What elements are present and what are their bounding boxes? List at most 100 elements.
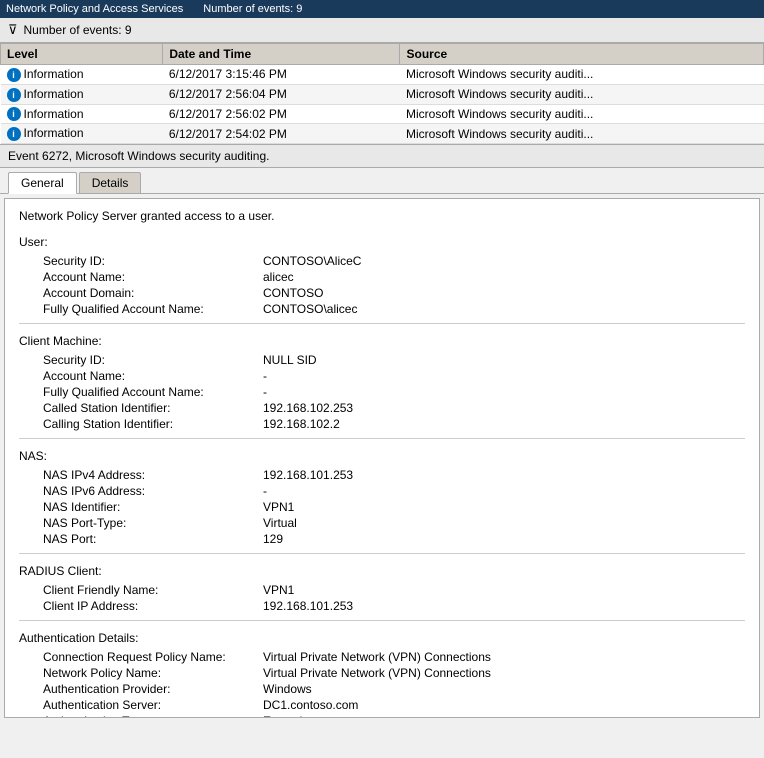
section-divider [19,438,745,439]
detail-section: User:Security ID:CONTOSO\AliceCAccount N… [19,235,745,324]
detail-row: Security ID:CONTOSO\AliceC [39,253,760,269]
detail-row: Connection Request Policy Name:Virtual P… [39,649,760,665]
section-header: RADIUS Client: [19,564,745,578]
detail-row: Network Policy Name:Virtual Private Netw… [39,665,760,681]
field-label: Authentication Provider: [39,681,259,697]
field-value: DC1.contoso.com [259,697,760,713]
field-label: Security ID: [39,352,259,368]
title-event-count: Number of events: 9 [203,3,302,15]
event-datetime: 6/12/2017 3:15:46 PM [163,65,400,85]
tabs-container: General Details [0,168,764,194]
event-datetime: 6/12/2017 2:56:02 PM [163,104,400,124]
field-value: 192.168.101.253 [259,598,760,614]
section-table: Security ID:NULL SIDAccount Name:-Fully … [39,352,760,432]
field-value: Virtual Private Network (VPN) Connection… [259,649,760,665]
field-label: NAS IPv6 Address: [39,483,259,499]
detail-row: Account Name:- [39,368,760,384]
tab-general[interactable]: General [8,172,77,194]
detail-row: Calling Station Identifier:192.168.102.2 [39,416,760,432]
field-value: Virtual Private Network (VPN) Connection… [259,665,760,681]
event-source: Microsoft Windows security auditi... [400,104,764,124]
field-value: - [259,384,760,400]
detail-row: Security ID:NULL SID [39,352,760,368]
section-table: Client Friendly Name:VPN1Client IP Addre… [39,582,760,614]
detail-section: NAS:NAS IPv4 Address:192.168.101.253NAS … [19,449,745,554]
app-title: Network Policy and Access Services [6,3,183,15]
events-table: Level Date and Time Source iInformation6… [0,43,764,144]
col-level: Level [1,44,163,65]
field-label: NAS IPv4 Address: [39,467,259,483]
table-row[interactable]: iInformation6/12/2017 2:54:02 PMMicrosof… [1,124,764,144]
detail-row: Account Name:alicec [39,269,760,285]
event-description-bar: Event 6272, Microsoft Windows security a… [0,144,764,168]
field-label: Fully Qualified Account Name: [39,384,259,400]
event-source: Microsoft Windows security auditi... [400,124,764,144]
field-label: Connection Request Policy Name: [39,649,259,665]
field-label: NAS Identifier: [39,499,259,515]
field-label: Authentication Type: [39,713,259,718]
event-source: Microsoft Windows security auditi... [400,84,764,104]
event-datetime: 6/12/2017 2:54:02 PM [163,124,400,144]
field-value: alicec [259,269,760,285]
event-description-text: Event 6272, Microsoft Windows security a… [8,149,269,163]
section-table: NAS IPv4 Address:192.168.101.253NAS IPv6… [39,467,760,547]
event-level: iInformation [1,65,163,85]
info-icon: i [7,88,21,102]
field-value: Extension [259,713,760,718]
detail-row: NAS Port:129 [39,531,760,547]
detail-row: Authentication Type:Extension [39,713,760,718]
tab-details[interactable]: Details [79,172,142,193]
field-value: - [259,483,760,499]
field-value: 192.168.101.253 [259,467,760,483]
section-header: Authentication Details: [19,631,745,645]
detail-row: Fully Qualified Account Name:- [39,384,760,400]
event-level: iInformation [1,124,163,144]
detail-row: Client Friendly Name:VPN1 [39,582,760,598]
field-value: 129 [259,531,760,547]
detail-row: Account Domain:CONTOSO [39,285,760,301]
event-level: iInformation [1,84,163,104]
section-divider [19,620,745,621]
detail-panel: Network Policy Server granted access to … [4,198,760,718]
detail-row: Fully Qualified Account Name:CONTOSO\ali… [39,301,760,317]
detail-row: Authentication Server:DC1.contoso.com [39,697,760,713]
info-icon: i [7,107,21,121]
section-header: Client Machine: [19,334,745,348]
detail-row: NAS IPv4 Address:192.168.101.253 [39,467,760,483]
field-label: Account Name: [39,269,259,285]
event-level: iInformation [1,104,163,124]
table-row[interactable]: iInformation6/12/2017 2:56:02 PMMicrosof… [1,104,764,124]
field-label: Client Friendly Name: [39,582,259,598]
detail-row: Authentication Provider:Windows [39,681,760,697]
filter-bar: ⊽ Number of events: 9 [0,18,764,43]
field-value: CONTOSO\alicec [259,301,760,317]
detail-section: Authentication Details: Connection Reques… [19,631,745,718]
info-icon: i [7,127,21,141]
field-value: NULL SID [259,352,760,368]
event-source: Microsoft Windows security auditi... [400,65,764,85]
field-label: Account Name: [39,368,259,384]
filter-icon: ⊽ [8,22,18,38]
section-header: NAS: [19,449,745,463]
field-value: 192.168.102.2 [259,416,760,432]
detail-row: Called Station Identifier:192.168.102.25… [39,400,760,416]
field-label: Authentication Server: [39,697,259,713]
field-label: NAS Port-Type: [39,515,259,531]
filter-label: Number of events: 9 [24,23,132,37]
event-datetime: 6/12/2017 2:56:04 PM [163,84,400,104]
col-source: Source [400,44,764,65]
table-row[interactable]: iInformation6/12/2017 2:56:04 PMMicrosof… [1,84,764,104]
field-value: VPN1 [259,499,760,515]
col-datetime: Date and Time [163,44,400,65]
section-divider [19,553,745,554]
field-label: Client IP Address: [39,598,259,614]
detail-row: NAS IPv6 Address:- [39,483,760,499]
field-value: CONTOSO [259,285,760,301]
table-row[interactable]: iInformation6/12/2017 3:15:46 PMMicrosof… [1,65,764,85]
section-header: User: [19,235,745,249]
detail-row: NAS Port-Type:Virtual [39,515,760,531]
detail-intro: Network Policy Server granted access to … [19,209,745,223]
detail-section: Client Machine:Security ID:NULL SIDAccou… [19,334,745,439]
section-table: Connection Request Policy Name:Virtual P… [39,649,760,718]
info-icon: i [7,68,21,82]
